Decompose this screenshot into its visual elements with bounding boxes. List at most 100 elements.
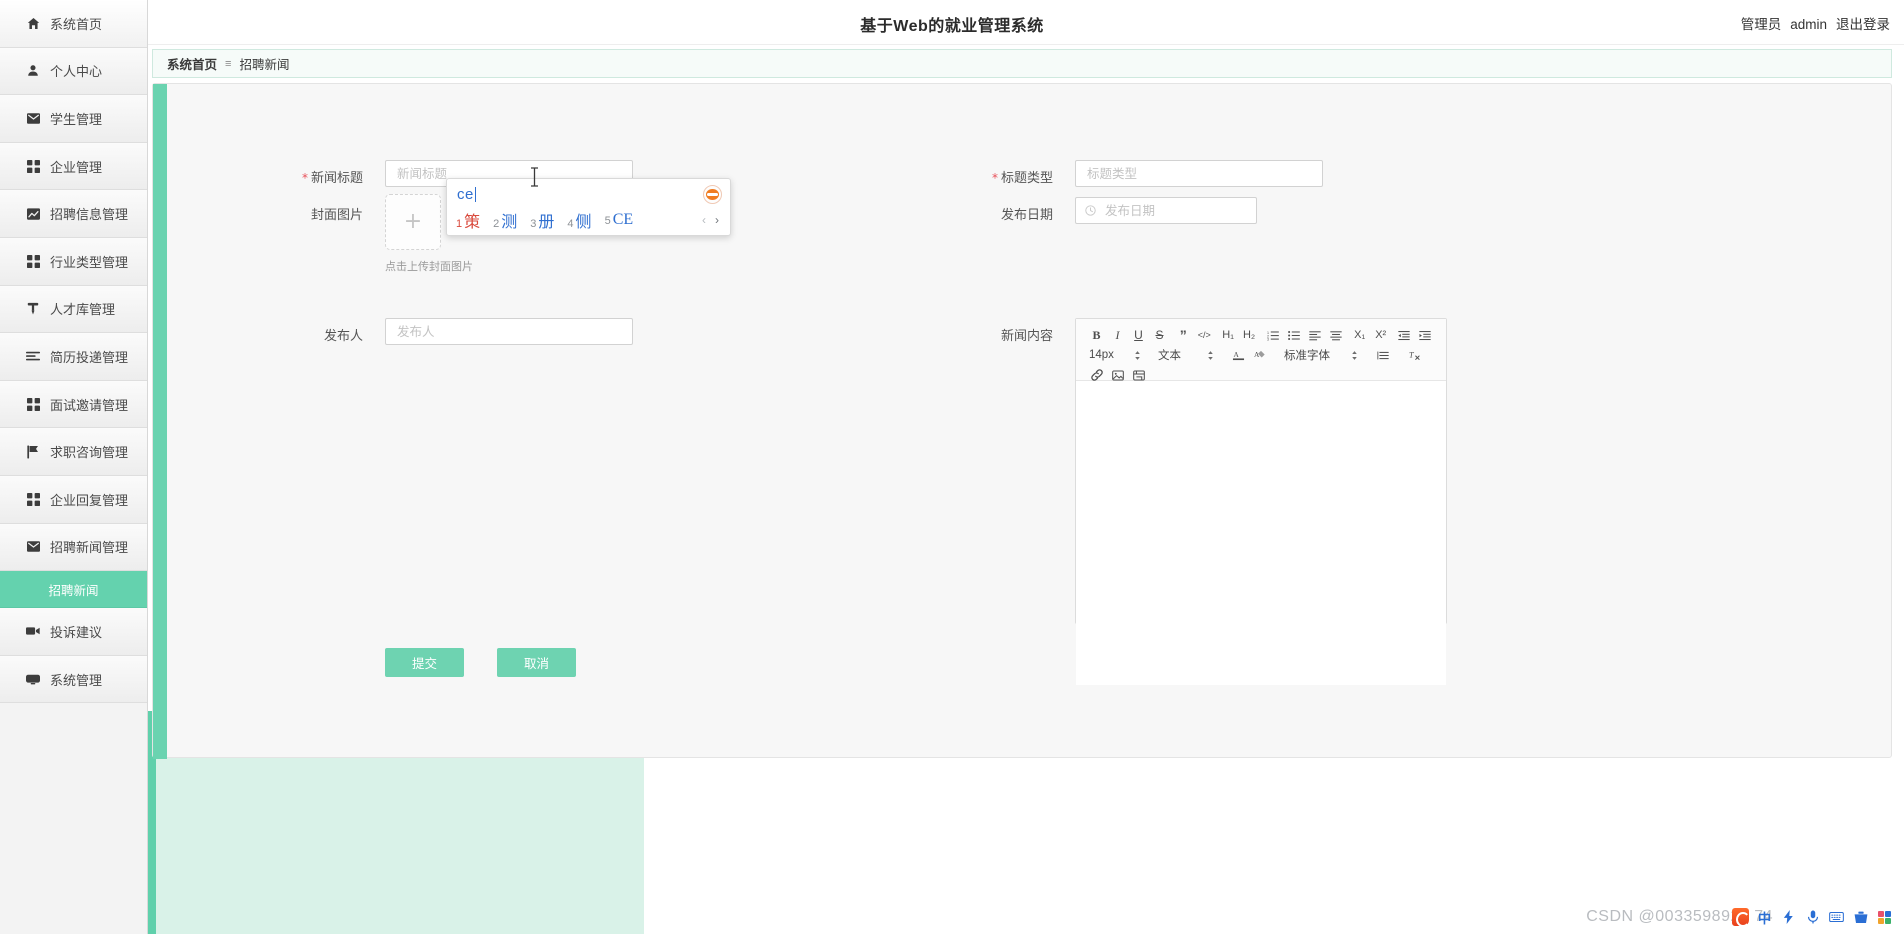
logout-link[interactable]: 退出登录 — [1836, 13, 1890, 33]
sidebar-item-talent-pool[interactable]: 人才库管理 — [0, 285, 147, 334]
sidebar-item-label: 系统管理 — [50, 672, 103, 688]
sidebar-item-job-info[interactable]: 招聘信息管理 — [0, 190, 147, 238]
publisher-label: 发布人 — [323, 328, 363, 343]
ime-candidate-5[interactable]: 5 CE — [605, 211, 634, 229]
video-icon[interactable] — [1128, 366, 1149, 384]
envelope-icon — [26, 540, 40, 554]
ime-candidate-index: 1 — [456, 217, 463, 230]
chinese-mode-icon[interactable]: 中 — [1756, 909, 1773, 926]
svg-text:T: T — [1409, 351, 1415, 360]
sidebar-item-news-mgmt[interactable]: 招聘新闻管理 — [0, 523, 147, 572]
image-icon[interactable] — [1107, 366, 1128, 384]
sidebar-item-resume-delivery[interactable]: 简历投递管理 — [0, 333, 147, 381]
font-size-select[interactable]: 14px — [1086, 347, 1144, 364]
sogou-logo-icon[interactable] — [1732, 908, 1750, 927]
sidebar-item-industry-type[interactable]: 行业类型管理 — [0, 237, 147, 286]
ime-next-page-icon[interactable]: › — [715, 213, 719, 227]
sidebar-item-interview-invite[interactable]: 面试邀请管理 — [0, 380, 147, 429]
publish-date-input[interactable] — [1103, 198, 1268, 223]
sidebar-item-job-consult[interactable]: 求职咨询管理 — [0, 428, 147, 476]
link-icon[interactable] — [1086, 366, 1107, 384]
sidebar-item-label: 面试邀请管理 — [50, 397, 129, 413]
title-type-input[interactable] — [1075, 160, 1323, 187]
voice-input-icon[interactable] — [1804, 909, 1821, 926]
italic-icon[interactable]: I — [1107, 326, 1128, 344]
cover-image-uploader[interactable]: + — [385, 194, 441, 250]
ime-composition-row: ce — [447, 182, 730, 207]
sidebar-item-complaints[interactable]: 投诉建议 — [0, 608, 147, 656]
ime-candidate-word: 策 — [464, 213, 481, 231]
grid-icon — [26, 492, 40, 506]
font-family-select[interactable]: 标准字体 — [1281, 347, 1361, 364]
ime-candidate-popup: ce 1 策 2 测 3 册 4 侧 5 CE ‹ › — [446, 178, 731, 236]
line-height-icon[interactable] — [1372, 346, 1393, 364]
publish-date-label: 发布日期 — [1000, 207, 1053, 222]
soft-keyboard-icon[interactable] — [1828, 909, 1845, 926]
sidebar-item-label: 企业管理 — [50, 159, 103, 175]
cancel-button[interactable]: 取消 — [497, 648, 576, 677]
align-left-icon[interactable] — [1304, 326, 1325, 344]
ime-candidate-index: 5 — [604, 214, 611, 227]
align-center-icon[interactable] — [1325, 326, 1346, 344]
video-icon — [26, 624, 40, 638]
breadcrumb-home[interactable]: 系统首页 — [167, 54, 217, 73]
underline-icon[interactable]: U — [1128, 326, 1149, 344]
ordered-list-icon[interactable]: 123 — [1262, 326, 1283, 344]
bold-icon[interactable]: B — [1086, 326, 1107, 344]
toolbox-icon[interactable] — [1852, 909, 1869, 926]
sidebar-item-company-reply[interactable]: 企业回复管理 — [0, 475, 147, 524]
editor-toolbar-row-2: 14px 文本 A A 标准字体 T — [1086, 346, 1436, 364]
strikethrough-icon[interactable]: S — [1149, 326, 1170, 344]
ime-candidate-3[interactable]: 3 册 — [530, 208, 554, 232]
heading-1-icon[interactable]: H₁ — [1218, 326, 1239, 344]
sidebar-item-profile[interactable]: 个人中心 — [0, 47, 147, 96]
ime-candidate-2[interactable]: 2 测 — [493, 208, 517, 232]
ime-candidate-4[interactable]: 4 侧 — [567, 208, 591, 232]
subscript-icon[interactable]: X₁ — [1349, 326, 1370, 344]
ime-candidate-1[interactable]: 1 策 — [456, 208, 480, 232]
sidebar-item-label: 企业回复管理 — [50, 492, 129, 508]
required-star: * — [301, 171, 308, 185]
clear-format-icon[interactable]: T — [1404, 346, 1425, 364]
news-content-textarea[interactable] — [1076, 381, 1446, 685]
quick-input-icon[interactable] — [1780, 909, 1797, 926]
ime-caret — [474, 187, 476, 202]
monitor-icon — [26, 672, 40, 686]
ime-candidate-list: 1 策 2 测 3 册 4 侧 5 CE ‹ › — [447, 207, 730, 233]
font-size-value: 14px — [1089, 349, 1114, 361]
font-color-icon[interactable]: A — [1228, 346, 1249, 364]
user-icon — [26, 64, 40, 78]
sogou-logo-icon[interactable] — [703, 185, 722, 204]
apps-grid-icon[interactable] — [1876, 909, 1893, 926]
sidebar-item-system-mgmt[interactable]: 系统管理 — [0, 655, 147, 704]
ime-prev-page-icon[interactable]: ‹ — [702, 213, 706, 227]
sidebar-item-students[interactable]: 学生管理 — [0, 95, 147, 143]
publish-date-field[interactable] — [1075, 197, 1268, 224]
sidebar-item-home[interactable]: 系统首页 — [0, 0, 147, 48]
chevron-updown-icon — [1207, 350, 1214, 361]
sidebar-item-companies[interactable]: 企业管理 — [0, 142, 147, 191]
sidebar-item-label: 投诉建议 — [50, 624, 103, 640]
sidebar-item-label: 系统首页 — [50, 16, 103, 32]
svg-text:3: 3 — [1267, 337, 1269, 340]
superscript-icon[interactable]: X² — [1370, 326, 1391, 344]
blockquote-icon[interactable]: ” — [1173, 326, 1194, 344]
indent-icon[interactable] — [1415, 326, 1436, 344]
publisher-input[interactable] — [385, 318, 633, 345]
sidebar: 系统首页 个人中心 学生管理 企业管理 招聘信息管理 行业类型管理 人才库管理 … — [0, 0, 148, 934]
outdent-icon[interactable] — [1394, 326, 1415, 344]
code-icon[interactable]: </> — [1194, 326, 1215, 344]
submit-button[interactable]: 提交 — [385, 648, 464, 677]
unordered-list-icon[interactable] — [1283, 326, 1304, 344]
header-user-area: 管理员 admin 退出登录 — [1741, 13, 1890, 33]
sidebar-subitem-recruit-news[interactable]: 招聘新闻 — [0, 571, 147, 609]
news-content-label: 新闻内容 — [1000, 328, 1053, 343]
heading-2-icon[interactable]: H₂ — [1239, 326, 1260, 344]
breadcrumb: 系统首页 ≡ 招聘新闻 — [152, 49, 1892, 78]
envelope-icon — [26, 111, 40, 125]
grid-icon — [26, 159, 40, 173]
card-accent-bar — [153, 84, 167, 759]
highlight-icon[interactable]: A — [1249, 346, 1270, 364]
text-style-select[interactable]: 文本 — [1155, 347, 1217, 364]
sidebar-subitem-label: 招聘新闻 — [48, 583, 99, 598]
